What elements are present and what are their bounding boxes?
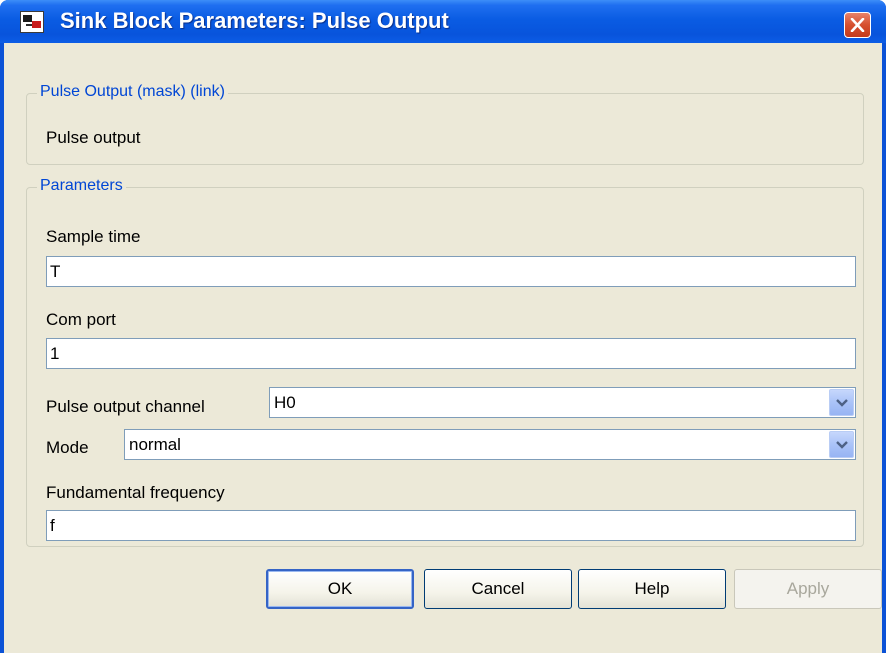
fundamental-frequency-label: Fundamental frequency — [46, 483, 225, 502]
mask-group: Pulse Output (mask) (link) Pulse output — [26, 83, 864, 165]
chevron-down-icon — [836, 441, 848, 449]
pulse-channel-select[interactable]: H0 — [269, 387, 856, 418]
close-icon — [850, 18, 865, 32]
mask-description: Pulse output — [46, 128, 141, 147]
ok-button[interactable]: OK — [266, 569, 414, 609]
apply-button[interactable]: Apply — [734, 569, 882, 609]
fundamental-frequency-input[interactable]: f — [46, 510, 856, 541]
title-bar[interactable]: Sink Block Parameters: Pulse Output — [0, 0, 886, 43]
com-port-label: Com port — [46, 310, 116, 329]
sample-time-input[interactable]: T — [46, 256, 856, 287]
help-button[interactable]: Help — [578, 569, 726, 609]
window-title: Sink Block Parameters: Pulse Output — [60, 8, 449, 33]
com-port-input[interactable]: 1 — [46, 338, 856, 369]
pulse-channel-label: Pulse output channel — [46, 397, 205, 416]
close-button[interactable] — [844, 12, 871, 38]
cancel-button[interactable]: Cancel — [424, 569, 572, 609]
mode-dropdown-button[interactable] — [829, 431, 854, 458]
simulink-block-icon — [20, 11, 44, 33]
dialog-body: Pulse Output (mask) (link) Pulse output … — [4, 43, 882, 653]
mode-select[interactable]: normal — [124, 429, 856, 460]
parameters-group-legend: Parameters — [37, 177, 126, 195]
dialog-window: Sink Block Parameters: Pulse Output Puls… — [0, 0, 886, 653]
pulse-channel-dropdown-button[interactable] — [829, 389, 854, 416]
chevron-down-icon — [836, 399, 848, 407]
mode-value: normal — [129, 435, 181, 454]
pulse-channel-value: H0 — [274, 393, 296, 412]
mode-label: Mode — [46, 438, 89, 457]
mask-group-legend: Pulse Output (mask) (link) — [37, 83, 228, 101]
parameters-group: Parameters Sample time T Com port 1 Puls… — [26, 177, 864, 547]
sample-time-label: Sample time — [46, 227, 141, 246]
